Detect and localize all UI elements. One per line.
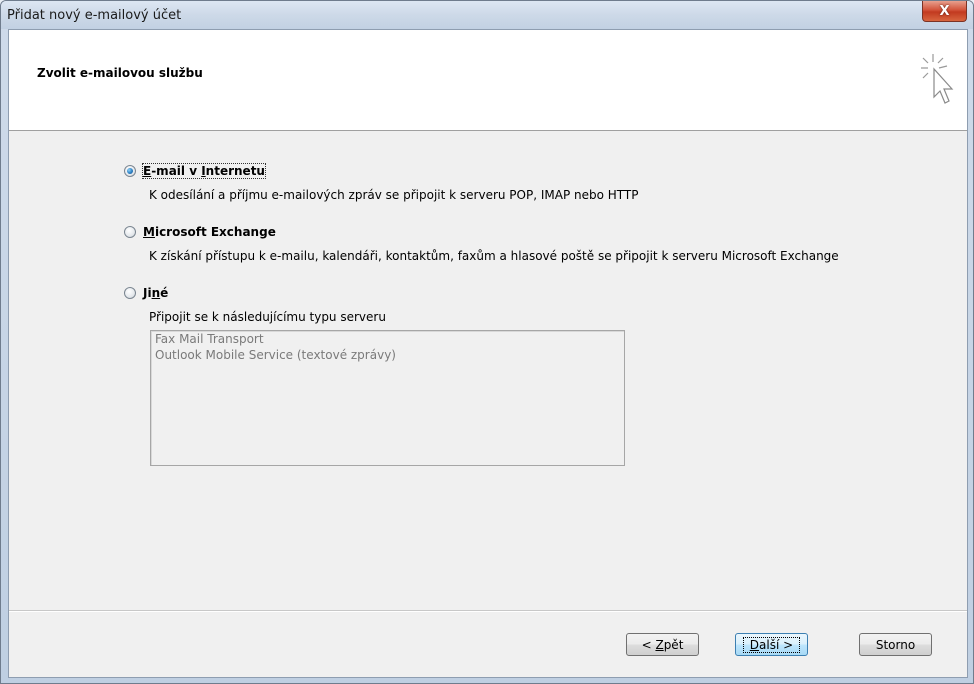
server-type-listbox[interactable]: Fax Mail Transport Outlook Mobile Servic… (150, 330, 625, 466)
wizard-cursor-icon (921, 54, 954, 104)
next-button[interactable]: Další > (735, 633, 808, 656)
page-title: Zvolit e-mailovou službu (37, 66, 203, 80)
back-button[interactable]: < Zpět (626, 633, 699, 656)
window-title: Přidat nový e-mailový účet (7, 8, 182, 23)
list-item[interactable]: Fax Mail Transport (151, 331, 624, 347)
close-button[interactable]: X (922, 1, 967, 22)
close-icon: X (939, 3, 950, 19)
footer-divider (9, 610, 967, 612)
next-button-label: Další > (742, 636, 801, 653)
radio-other[interactable] (124, 287, 136, 299)
cancel-button[interactable]: Storno (859, 633, 932, 656)
wizard-client-area: Zvolit e-mailovou službu E-mail v Intern… (8, 29, 968, 678)
option-internet-email-description: K odesílání a příjmu e-mailových zpráv s… (149, 188, 639, 202)
option-microsoft-exchange-description: K získání přístupu k e-mailu, kalendáři,… (149, 249, 839, 263)
list-item[interactable]: Outlook Mobile Service (textové zprávy) (151, 347, 624, 363)
radio-internet-email[interactable] (124, 165, 136, 177)
dialog-window: Přidat nový e-mailový účet X Zvolit e-ma… (0, 0, 974, 684)
option-microsoft-exchange-label[interactable]: Microsoft Exchange (143, 225, 276, 239)
wizard-header: Zvolit e-mailovou službu (9, 30, 967, 131)
option-other-label[interactable]: Jiné (143, 286, 168, 300)
option-internet-email-label[interactable]: E-mail v Internetu (142, 163, 266, 179)
title-bar[interactable]: Přidat nový e-mailový účet X (1, 1, 973, 29)
option-other-description: Připojit se k následujícímu typu serveru (149, 310, 386, 324)
radio-microsoft-exchange[interactable] (124, 226, 136, 238)
